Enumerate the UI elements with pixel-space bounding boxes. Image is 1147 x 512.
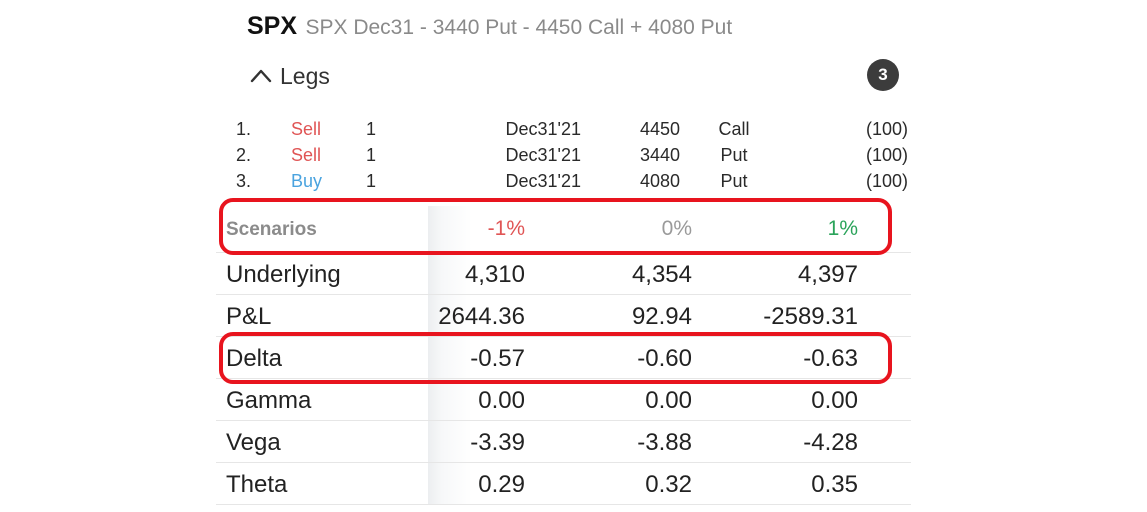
leg-quantity: 1 [366, 145, 377, 165]
table-row-underlying: Underlying 4,310 4,354 4,397 [216, 253, 911, 295]
leg-quantity: 1 [366, 171, 377, 191]
table-cell: -0.60 [637, 345, 692, 372]
scenario-column-flat[interactable]: 0% [662, 217, 692, 241]
strategy-title: SPX SPX Dec31 - 3440 Put - 4450 Call + 4… [247, 12, 732, 44]
chevron-up-icon [250, 69, 272, 83]
row-label: Delta [226, 345, 283, 372]
scenarios-label: Scenarios [226, 219, 317, 240]
table-cell: 4,397 [797, 261, 858, 288]
table-cell: -0.57 [470, 345, 525, 372]
table-cell: 0.00 [478, 387, 525, 414]
leg-number: 3. [236, 171, 252, 191]
leg-expiry: Dec31'21 [505, 171, 582, 191]
strategy-panel: SPX SPX Dec31 - 3440 Put - 4450 Call + 4… [216, 0, 911, 512]
leg-quantity: 1 [366, 119, 377, 139]
leg-side: Sell [291, 145, 322, 165]
table-cell: 0.35 [811, 471, 858, 498]
scenario-column-up[interactable]: 1% [828, 217, 858, 241]
table-cell: -3.39 [470, 429, 525, 456]
table-row-gamma: Gamma 0.00 0.00 0.00 [216, 379, 911, 421]
row-label: P&L [226, 303, 272, 330]
leg-strike: 3440 [639, 145, 680, 165]
table-cell: -2589.31 [763, 303, 858, 330]
row-label: Underlying [226, 261, 341, 288]
leg-strike: 4080 [639, 171, 680, 191]
table-cell: 0.29 [478, 471, 525, 498]
table-cell: 0.32 [645, 471, 692, 498]
row-label: Gamma [226, 387, 312, 414]
row-label: Theta [226, 471, 288, 498]
table-cell: 4,354 [631, 261, 692, 288]
leg-side: Sell [291, 119, 322, 139]
leg-row[interactable]: 3. Buy 1 Dec31'21 4080 Put (100) [216, 169, 911, 195]
table-cell: -4.28 [803, 429, 858, 456]
leg-row[interactable]: 1. Sell 1 Dec31'21 4450 Call (100) [216, 117, 911, 143]
table-row-delta: Delta -0.57 -0.60 -0.63 [216, 337, 911, 379]
table-cell: -0.63 [803, 345, 858, 372]
leg-multiplier: (100) [865, 171, 908, 191]
leg-type: Put [720, 171, 748, 191]
legs-label: Legs [280, 62, 330, 89]
table-row-vega: Vega -3.39 -3.88 -4.28 [216, 421, 911, 463]
leg-side: Buy [291, 171, 323, 191]
row-label: Vega [226, 429, 281, 456]
leg-type: Put [720, 145, 748, 165]
table-cell: 4,310 [464, 261, 525, 288]
scenarios-table: Scenarios -1% 0% 1% Underlying 4,310 4,3… [216, 206, 911, 505]
legs-count-badge: 3 [867, 59, 899, 91]
leg-expiry: Dec31'21 [505, 119, 582, 139]
legs-toggle[interactable]: Legs [250, 60, 330, 92]
scenario-column-down[interactable]: -1% [488, 217, 525, 241]
table-cell: 92.94 [631, 303, 692, 330]
leg-number: 2. [236, 145, 252, 165]
legs-list: 1. Sell 1 Dec31'21 4450 Call (100) 2. Se… [216, 117, 911, 195]
leg-row[interactable]: 2. Sell 1 Dec31'21 3440 Put (100) [216, 143, 911, 169]
table-row-theta: Theta 0.29 0.32 0.35 [216, 463, 911, 505]
symbol: SPX [247, 12, 298, 40]
table-cell: 0.00 [645, 387, 692, 414]
table-row-pnl: P&L 2644.36 92.94 -2589.31 [216, 295, 911, 337]
leg-number: 1. [236, 119, 252, 139]
leg-expiry: Dec31'21 [505, 145, 582, 165]
scenarios-header-row: Scenarios -1% 0% 1% [216, 206, 911, 253]
strategy-description: SPX Dec31 - 3440 Put - 4450 Call + 4080 … [305, 16, 733, 39]
leg-multiplier: (100) [865, 145, 908, 165]
leg-multiplier: (100) [865, 119, 908, 139]
leg-type: Call [718, 119, 750, 139]
leg-strike: 4450 [639, 119, 680, 139]
table-cell: -3.88 [637, 429, 692, 456]
table-cell: 2644.36 [438, 303, 525, 330]
table-cell: 0.00 [811, 387, 858, 414]
